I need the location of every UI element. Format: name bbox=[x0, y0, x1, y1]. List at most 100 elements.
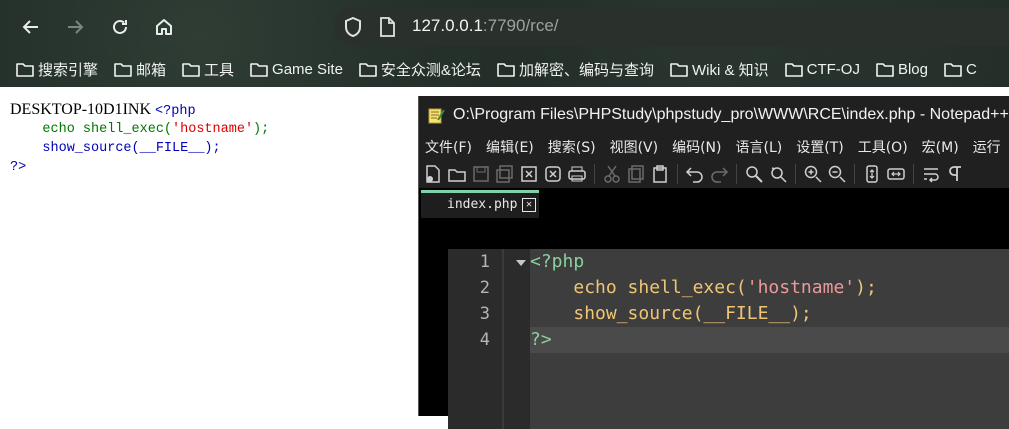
bookmark-label: CTF-OJ bbox=[806, 60, 860, 78]
print-icon[interactable] bbox=[567, 164, 587, 184]
forward-button[interactable] bbox=[60, 12, 90, 42]
copy-icon[interactable] bbox=[626, 164, 646, 184]
sync-vertical-icon[interactable] bbox=[862, 164, 882, 184]
toolbar-separator bbox=[594, 164, 595, 184]
tab-label: index.php bbox=[447, 197, 518, 212]
menu-item[interactable]: 视图(V) bbox=[610, 137, 659, 157]
notepad-toolbar bbox=[419, 160, 1009, 188]
bookmark-folder[interactable]: 搜索引擎 bbox=[16, 54, 98, 84]
save-all-icon[interactable] bbox=[495, 164, 515, 184]
url-text[interactable]: 127.0.0.1:7790/rce/ bbox=[412, 16, 559, 36]
tab-index-php[interactable]: index.php ✕ bbox=[421, 190, 539, 218]
code-editor[interactable]: 1 2 3 4 <?php echo shell_exec('hostname'… bbox=[448, 249, 1009, 429]
bookmark-label: Game Site bbox=[272, 60, 343, 78]
code-line: show_source(__FILE__); bbox=[573, 303, 812, 324]
bookmark-folder[interactable]: Wiki & 知识 bbox=[670, 54, 769, 84]
bookmark-label: 邮箱 bbox=[136, 61, 167, 79]
menu-item[interactable]: 文件(F) bbox=[425, 137, 472, 157]
bookmark-folder[interactable]: 加解密、编码与查询 bbox=[497, 54, 654, 84]
toolbar-separator bbox=[854, 164, 855, 184]
line-number: 1 bbox=[479, 252, 490, 272]
save-icon[interactable] bbox=[471, 164, 491, 184]
cut-icon[interactable] bbox=[602, 164, 622, 184]
toolbar-separator bbox=[795, 164, 796, 184]
bookmark-folder[interactable]: 安全众测&论坛 bbox=[359, 54, 481, 84]
bookmark-folder[interactable]: Game Site bbox=[250, 54, 343, 84]
bookmark-folder[interactable]: 邮箱 bbox=[114, 54, 166, 84]
menu-item[interactable]: 宏(M) bbox=[922, 137, 959, 157]
word-wrap-icon[interactable] bbox=[921, 164, 941, 184]
menu-item[interactable]: 搜索(S) bbox=[548, 137, 596, 157]
bookmark-label: 加解密、编码与查询 bbox=[518, 61, 654, 79]
browser-chrome: 127.0.0.1:7790/rce/ 搜索引擎 邮箱 工具 Game Site 安全众… bbox=[0, 0, 1009, 87]
notepad-window[interactable]: O:\Program Files\PHPStudy\phpstudy_pro\W… bbox=[418, 96, 1009, 429]
tab-close-icon[interactable]: ✕ bbox=[522, 198, 536, 212]
menu-item[interactable]: 编辑(E) bbox=[486, 137, 534, 157]
show-all-characters-icon[interactable] bbox=[945, 164, 965, 184]
menu-item[interactable]: 语言(L) bbox=[736, 137, 783, 157]
notepad-tab-bar: index.php ✕ bbox=[419, 188, 1009, 220]
notepad-menu-bar: 文件(F) 编辑(E) 搜索(S) 视图(V) 编码(N) 语言(L) 设置(T) 工具(O)… bbox=[419, 134, 1009, 160]
fold-margin bbox=[504, 249, 530, 429]
bookmark-label: Wiki & 知识 bbox=[691, 61, 769, 79]
source-open-tag: <?php bbox=[155, 104, 196, 119]
code-text-area[interactable]: <?php echo shell_exec('hostname'); show_… bbox=[530, 249, 1009, 429]
bookmark-label: C bbox=[965, 60, 977, 78]
folder-icon bbox=[250, 62, 268, 77]
menu-item[interactable]: 设置(T) bbox=[796, 137, 843, 157]
back-button[interactable] bbox=[16, 12, 46, 42]
shield-icon[interactable] bbox=[342, 16, 364, 38]
code-line: <?php bbox=[530, 251, 585, 272]
folder-icon bbox=[16, 62, 34, 77]
toolbar-separator bbox=[736, 164, 737, 184]
folder-icon bbox=[497, 62, 515, 77]
replace-icon[interactable] bbox=[768, 164, 788, 184]
folder-icon bbox=[784, 62, 803, 77]
reload-icon bbox=[113, 19, 127, 34]
bookmark-folder[interactable]: Blog bbox=[876, 54, 928, 84]
sync-horizontal-icon[interactable] bbox=[886, 164, 906, 184]
new-file-icon[interactable] bbox=[423, 164, 443, 184]
arrow-right-icon bbox=[68, 20, 84, 34]
line-number: 3 bbox=[479, 304, 490, 324]
bookmark-folder[interactable]: 工具 bbox=[182, 54, 234, 84]
home-icon bbox=[156, 19, 172, 35]
bookmark-label: 搜索引擎 bbox=[38, 61, 99, 79]
notepad-title-bar[interactable]: O:\Program Files\PHPStudy\phpstudy_pro\W… bbox=[419, 96, 1009, 134]
menu-item[interactable]: 编码(N) bbox=[672, 137, 721, 157]
source-line-4: ?> bbox=[10, 160, 27, 175]
home-button[interactable] bbox=[149, 12, 179, 42]
menu-item[interactable]: 工具(O) bbox=[858, 137, 908, 157]
line-number: 2 bbox=[479, 278, 490, 298]
source-line-2: echo shell_exec('hostname'); bbox=[42, 122, 270, 137]
close-all-icon[interactable] bbox=[543, 164, 563, 184]
line-number: 4 bbox=[479, 330, 490, 350]
zoom-in-icon[interactable] bbox=[803, 164, 823, 184]
fold-arrow-icon[interactable] bbox=[516, 260, 526, 266]
menu-item[interactable]: 运行 bbox=[973, 137, 1001, 157]
folder-icon bbox=[182, 62, 200, 77]
zoom-out-icon[interactable] bbox=[827, 164, 847, 184]
bookmark-folder[interactable]: C bbox=[944, 54, 977, 84]
redo-icon[interactable] bbox=[709, 164, 729, 184]
reload-button[interactable] bbox=[105, 12, 135, 42]
address-bar[interactable]: 127.0.0.1:7790/rce/ bbox=[334, 8, 1009, 46]
line-number-gutter: 1 2 3 4 bbox=[448, 249, 502, 429]
bookmark-label: 安全众测&论坛 bbox=[380, 61, 481, 79]
arrow-left-icon bbox=[22, 20, 38, 34]
undo-icon[interactable] bbox=[685, 164, 705, 184]
toolbar-separator bbox=[677, 164, 678, 184]
find-icon[interactable] bbox=[744, 164, 764, 184]
url-host: 127.0.0.1 bbox=[412, 16, 483, 35]
open-file-icon[interactable] bbox=[447, 164, 467, 184]
hostname-output: DESKTOP-10D1INK bbox=[10, 101, 152, 118]
code-line-current: ?> bbox=[530, 327, 1009, 353]
bookmark-folder[interactable]: CTF-OJ bbox=[784, 54, 860, 84]
folder-icon bbox=[359, 62, 377, 77]
page-info-icon[interactable] bbox=[378, 17, 396, 37]
notepad-app-icon bbox=[428, 108, 445, 124]
bookmark-label: 工具 bbox=[204, 61, 235, 79]
close-file-icon[interactable] bbox=[519, 164, 539, 184]
bookmarks-bar: 搜索引擎 邮箱 工具 Game Site 安全众测&论坛 加解密、编码与查询 Wiki & … bbox=[0, 54, 1009, 84]
paste-icon[interactable] bbox=[650, 164, 670, 184]
